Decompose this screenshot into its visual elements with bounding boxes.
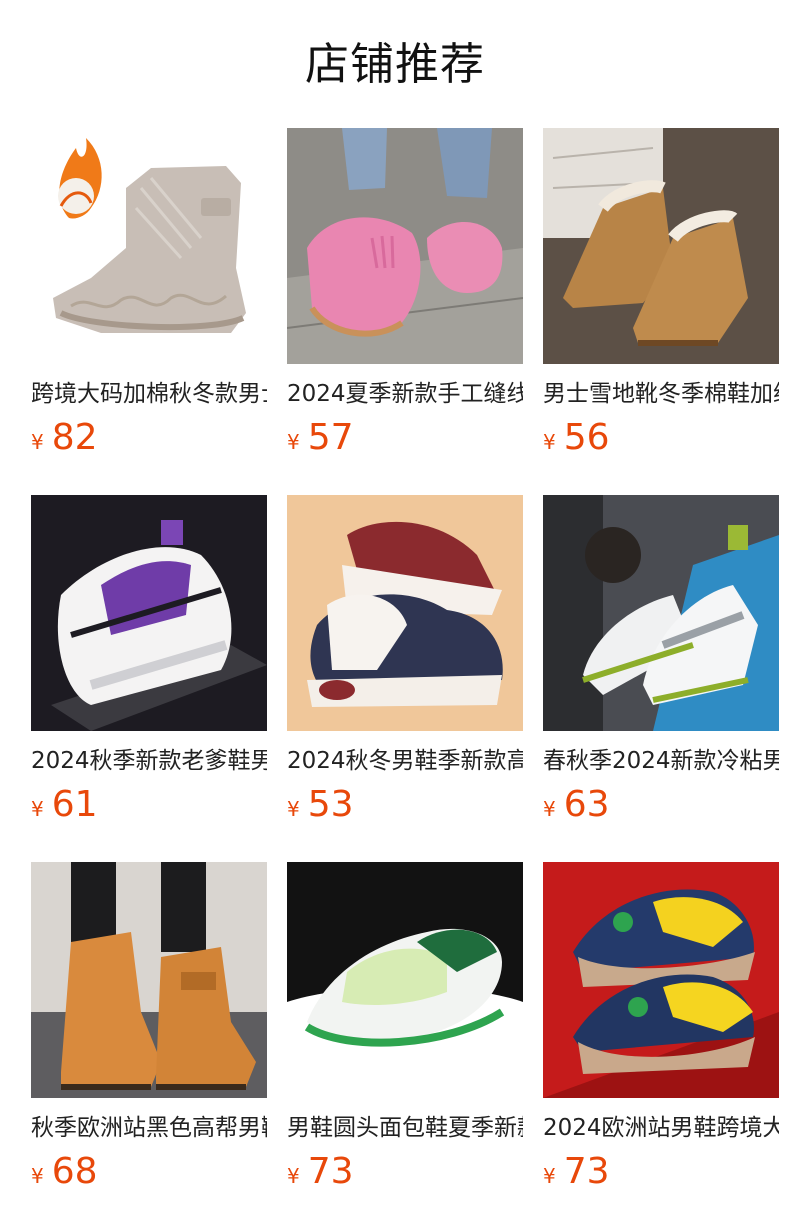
product-price: ¥63 xyxy=(543,784,610,825)
product-image[interactable] xyxy=(31,128,267,364)
product-price: ¥82 xyxy=(31,417,98,458)
page-title: 店铺推荐 xyxy=(305,39,485,90)
product-price: ¥61 xyxy=(31,784,98,825)
product-image[interactable] xyxy=(31,862,267,1098)
product-price: ¥73 xyxy=(543,1151,610,1192)
product-image[interactable] xyxy=(543,128,779,364)
product-image[interactable] xyxy=(287,128,523,364)
product-name[interactable]: 男鞋圆头面包鞋夏季新款 xyxy=(287,1112,523,1144)
product-image[interactable] xyxy=(543,862,779,1098)
product-price: ¥53 xyxy=(287,784,354,825)
product-price: ¥56 xyxy=(543,417,610,458)
product-name[interactable]: 春秋季2024新款冷粘男鞋 xyxy=(543,745,779,777)
product-card[interactable]: 男鞋圆头面包鞋夏季新款 ¥73 xyxy=(287,862,523,1194)
product-price: ¥73 xyxy=(287,1151,354,1192)
product-name[interactable]: 秋季欧洲站黑色高帮男靴 xyxy=(31,1112,267,1144)
product-card[interactable]: 跨境大码加棉秋冬款男士 ¥82 xyxy=(31,128,267,460)
product-name[interactable]: 2024秋冬男鞋季新款高帮 xyxy=(287,745,523,777)
product-name[interactable]: 男士雪地靴冬季棉鞋加绒 xyxy=(543,378,779,410)
product-card[interactable]: 2024秋冬男鞋季新款高帮 ¥53 xyxy=(287,495,523,827)
product-card[interactable]: 2024秋季新款老爹鞋男 ¥61 xyxy=(31,495,267,827)
product-image[interactable] xyxy=(287,495,523,731)
product-image[interactable] xyxy=(543,495,779,731)
product-price: ¥68 xyxy=(31,1151,98,1192)
product-name[interactable]: 2024欧洲站男鞋跨境大码 xyxy=(543,1112,779,1144)
product-image[interactable] xyxy=(287,862,523,1098)
product-card[interactable]: 秋季欧洲站黑色高帮男靴 ¥68 xyxy=(31,862,267,1194)
product-card[interactable]: 男士雪地靴冬季棉鞋加绒 ¥56 xyxy=(543,128,779,460)
product-image[interactable] xyxy=(31,495,267,731)
product-price: ¥57 xyxy=(287,417,354,458)
product-card[interactable]: 2024夏季新款手工缝线 ¥57 xyxy=(287,128,523,460)
product-name[interactable]: 2024秋季新款老爹鞋男 xyxy=(31,745,267,777)
product-name[interactable]: 2024夏季新款手工缝线 xyxy=(287,378,523,410)
product-card[interactable]: 2024欧洲站男鞋跨境大码 ¥73 xyxy=(543,862,779,1194)
product-card[interactable]: 春秋季2024新款冷粘男鞋 ¥63 xyxy=(543,495,779,827)
product-name[interactable]: 跨境大码加棉秋冬款男士 xyxy=(31,378,267,410)
